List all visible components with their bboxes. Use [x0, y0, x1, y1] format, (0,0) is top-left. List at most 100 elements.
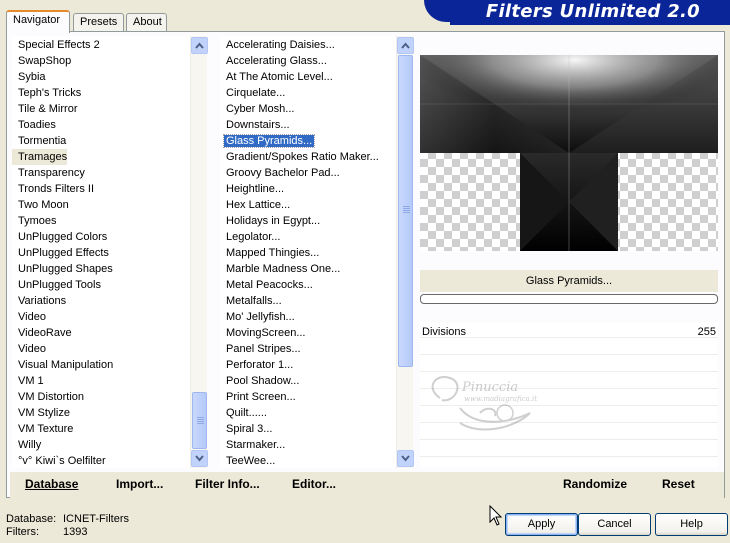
list-item-label: Marble Madness One... [226, 263, 341, 275]
reset-button[interactable]: Reset [662, 477, 695, 491]
filter-item[interactable]: Quilt...... [220, 405, 396, 421]
filter-item[interactable]: At The Atomic Level... [220, 69, 396, 85]
database-button[interactable]: Database [25, 477, 78, 491]
filter-item[interactable]: Starmaker... [220, 437, 396, 453]
scroll-up-button[interactable] [397, 37, 414, 54]
list-item-label: Legolator... [226, 231, 281, 243]
watermark-subtext: www.madiagrafica.it [464, 395, 538, 403]
filter-item[interactable]: Gradient/Spokes Ratio Maker... [220, 149, 396, 165]
filter-item[interactable]: Heightline... [220, 181, 396, 197]
filter-item[interactable]: Marble Madness One... [220, 261, 396, 277]
category-list[interactable]: Special Effects 2 SwapShop Sybia Teph's Tri… [12, 36, 190, 468]
list-item-label: VM Distortion [18, 391, 85, 403]
filter-item[interactable]: Print Screen... [220, 389, 396, 405]
category-item[interactable]: Toadies [12, 117, 190, 133]
category-item[interactable]: Variations [12, 293, 190, 309]
list-item-label: Spiral 3... [226, 423, 273, 435]
filter-item[interactable]: Perforator 1... [220, 357, 396, 373]
category-item[interactable]: Teph's Tricks [12, 85, 190, 101]
filter-item[interactable]: Metal Peacocks... [220, 277, 396, 293]
category-scroll-thumb[interactable] [192, 392, 207, 449]
category-item[interactable]: Visual Manipulation [12, 357, 190, 373]
category-item[interactable]: Two Moon [12, 197, 190, 213]
tab-navigator[interactable]: Navigator [6, 10, 70, 33]
filter-item[interactable]: Spiral 3... [220, 421, 396, 437]
list-item-label: Willy [18, 439, 42, 451]
filter-item[interactable]: Accelerating Glass... [220, 53, 396, 69]
list-item-label: Transparency [18, 167, 85, 179]
filter-item[interactable]: MovingScreen... [220, 325, 396, 341]
apply-button[interactable]: Apply [505, 513, 578, 536]
filter-item[interactable]: Metalfalls... [220, 293, 396, 309]
list-item-label: VM 1 [18, 375, 44, 387]
category-item[interactable]: UnPlugged Effects [12, 245, 190, 261]
list-item-label: Holidays in Egypt... [226, 215, 321, 227]
filter-item[interactable]: Mapped Thingies... [220, 245, 396, 261]
category-item[interactable]: Video [12, 309, 190, 325]
category-item[interactable]: °v° Kiwi`s Oelfilter [12, 453, 190, 468]
category-item[interactable]: SwapShop [12, 53, 190, 69]
category-scrollbar[interactable] [190, 36, 208, 468]
list-item-label: At The Atomic Level... [226, 71, 333, 83]
list-item-label: Toadies [18, 119, 56, 131]
cancel-button[interactable]: Cancel [578, 513, 651, 536]
scroll-down-button[interactable] [191, 450, 208, 467]
category-item[interactable]: UnPlugged Tools [12, 277, 190, 293]
category-item[interactable]: Tymoes [12, 213, 190, 229]
category-item[interactable]: VM Distortion [12, 389, 190, 405]
import-button[interactable]: Import... [116, 477, 163, 491]
filter-item[interactable]: Hex Lattice... [220, 197, 396, 213]
tab-presets[interactable]: Presets [73, 13, 124, 32]
category-item[interactable]: Sybia [12, 69, 190, 85]
category-item[interactable]: Tronds Filters II [12, 181, 190, 197]
category-item[interactable]: UnPlugged Shapes [12, 261, 190, 277]
filter-item[interactable]: Cirquelate... [220, 85, 396, 101]
list-item-label: Pool Shadow... [226, 375, 300, 387]
category-item[interactable]: Special Effects 2 [12, 37, 190, 53]
category-item[interactable]: Tile & Mirror [12, 101, 190, 117]
category-item[interactable]: Tormentia [12, 133, 190, 149]
filter-info-button[interactable]: Filter Info... [195, 477, 260, 491]
category-item[interactable]: VM 1 [12, 373, 190, 389]
filter-scrollbar[interactable] [396, 36, 414, 468]
filter-item[interactable]: Panel Stripes... [220, 341, 396, 357]
filter-scroll-thumb[interactable] [398, 55, 413, 367]
list-item-label: TeeWee... [226, 455, 276, 467]
list-item-label: Accelerating Daisies... [226, 39, 335, 51]
filter-item[interactable]: Glass Pyramids... [220, 133, 396, 149]
editor-button[interactable]: Editor... [292, 477, 336, 491]
filter-item[interactable]: Accelerating Daisies... [220, 37, 396, 53]
filter-list[interactable]: Accelerating Daisies... Accelerating Glas… [220, 36, 396, 468]
title-banner: Filters Unlimited 2.0 [424, 0, 730, 25]
help-button[interactable]: Help [655, 513, 728, 536]
list-item-label: Cyber Mosh... [226, 103, 295, 115]
category-item[interactable]: VideoRave [12, 325, 190, 341]
tab-about[interactable]: About [126, 13, 167, 32]
list-item-label: UnPlugged Colors [18, 231, 108, 243]
category-item[interactable]: Video [12, 341, 190, 357]
filter-item[interactable]: Legolator... [220, 229, 396, 245]
randomize-button[interactable]: Randomize [563, 477, 627, 491]
filter-item[interactable]: TeeWee... [220, 453, 396, 468]
filter-item[interactable]: Mo' Jellyfish... [220, 309, 396, 325]
filter-item[interactable]: Pool Shadow... [220, 373, 396, 389]
param-row-divisions[interactable]: Divisions 255 [420, 322, 718, 338]
filter-item[interactable]: Cyber Mosh... [220, 101, 396, 117]
progress-bar [420, 294, 718, 304]
category-item[interactable]: Tramages [12, 149, 67, 165]
watermark-swirl-icon [431, 376, 531, 431]
category-item[interactable]: VM Stylize [12, 405, 190, 421]
filter-item[interactable]: Holidays in Egypt... [220, 213, 396, 229]
list-item-label: Tormentia [18, 135, 67, 147]
filter-item[interactable]: Groovy Bachelor Pad... [220, 165, 396, 181]
category-item[interactable]: Willy [12, 437, 190, 453]
category-item[interactable]: UnPlugged Colors [12, 229, 190, 245]
category-item[interactable]: VM Texture [12, 421, 190, 437]
list-item-label: Metalfalls... [226, 295, 282, 307]
selected-filter-name: Glass Pyramids... [420, 270, 718, 292]
category-item[interactable]: Transparency [12, 165, 190, 181]
scroll-up-button[interactable] [191, 37, 208, 54]
scroll-down-button[interactable] [397, 450, 414, 467]
param-row-empty [420, 441, 718, 457]
filter-item[interactable]: Downstairs... [220, 117, 396, 133]
